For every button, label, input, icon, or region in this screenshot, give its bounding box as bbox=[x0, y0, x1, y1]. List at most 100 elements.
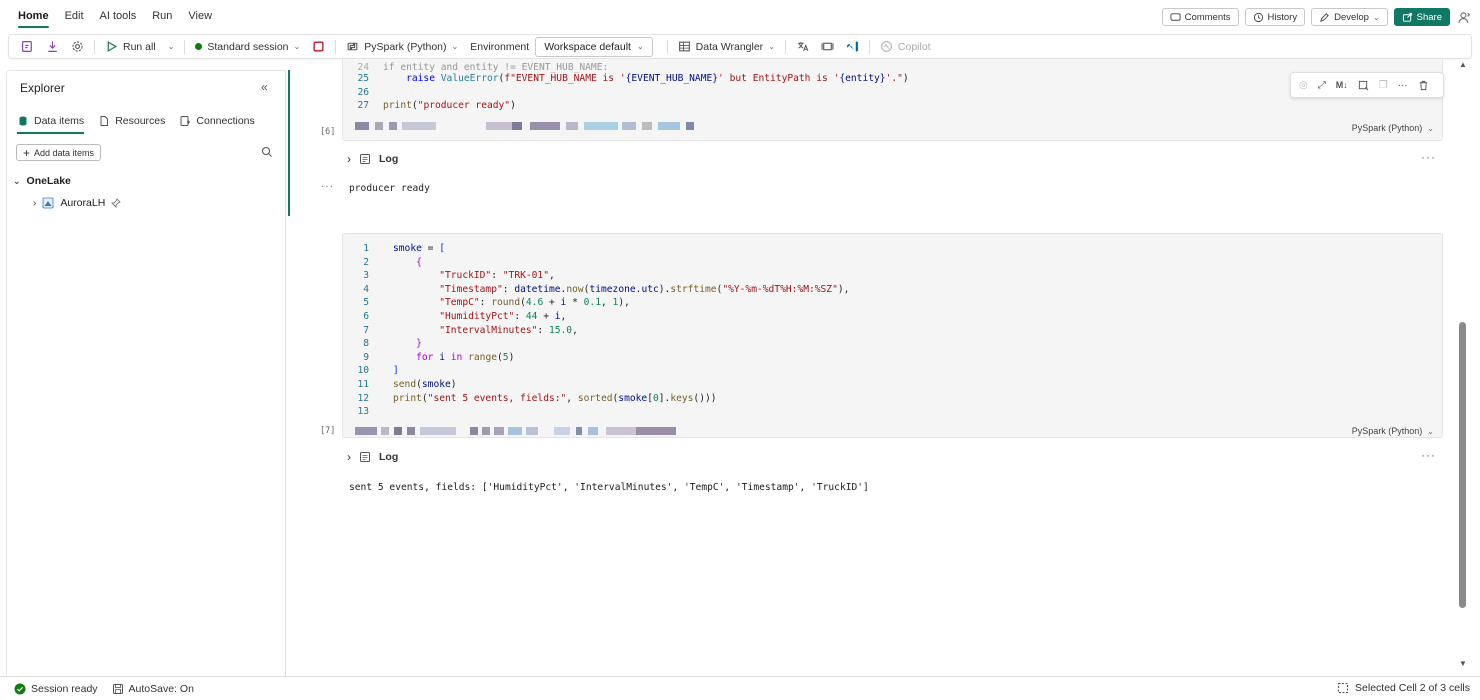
tab-resources[interactable]: Resources bbox=[98, 111, 165, 131]
notebook-app: Home Edit AI tools Run View Comments His… bbox=[0, 0, 1480, 700]
menu-tab-run[interactable]: Run bbox=[144, 0, 180, 32]
code-token: {EVENT_HUB_NAME} bbox=[625, 73, 719, 84]
code-cell-1[interactable]: 24 if entity and entity != EVENT_HUB_NAM… bbox=[342, 60, 1443, 141]
language-dropdown[interactable]: PySpark (Python) ⌄ bbox=[340, 35, 464, 58]
scroll-up-icon[interactable]: ▲ bbox=[1459, 60, 1467, 69]
log-icon bbox=[360, 154, 370, 164]
vertical-scrollbar[interactable]: ▲ ▼ bbox=[1457, 60, 1469, 676]
run-all-button[interactable]: Run all bbox=[99, 35, 162, 58]
copilot-button[interactable]: Copilot bbox=[874, 35, 937, 58]
cell-language-select[interactable]: PySpark (Python) ⌄ bbox=[1352, 123, 1434, 133]
toolbar-divider bbox=[666, 39, 668, 54]
tab-data-items[interactable]: Data items bbox=[17, 111, 85, 134]
code-token: range bbox=[468, 351, 498, 363]
autosave-status[interactable]: AutoSave: On bbox=[112, 683, 194, 695]
share-button[interactable]: Share bbox=[1393, 8, 1450, 26]
code-token: '." bbox=[885, 73, 903, 84]
code-token: "TRK-01" bbox=[502, 270, 549, 282]
notebook-edit-icon bbox=[22, 41, 32, 52]
translate-button[interactable] bbox=[790, 35, 815, 58]
gear-icon bbox=[72, 41, 83, 52]
chevron-right-icon: › bbox=[347, 450, 351, 464]
menu-tab-edit[interactable]: Edit bbox=[57, 0, 92, 32]
menu-tab-ai-tools[interactable]: AI tools bbox=[92, 0, 145, 32]
delete-icon[interactable] bbox=[1418, 80, 1429, 91]
output-more-icon[interactable]: ··· bbox=[1421, 150, 1436, 164]
menu-tab-home[interactable]: Home bbox=[10, 0, 57, 32]
develop-label: Develop bbox=[1334, 11, 1369, 23]
tree-item-lakehouse[interactable]: › AuroraLH bbox=[33, 197, 121, 209]
tab-data-items-label: Data items bbox=[34, 115, 85, 127]
code-token: "%Y-%m-%dT%H:%M:%SZ" bbox=[722, 283, 838, 295]
run-all-dropdown[interactable]: ⌄ bbox=[162, 35, 181, 58]
database-icon bbox=[19, 116, 27, 126]
chevron-right-icon: › bbox=[33, 197, 37, 209]
search-icon[interactable] bbox=[261, 146, 273, 161]
session-dropdown[interactable]: Standard session ⌄ bbox=[189, 35, 306, 58]
pencil-icon bbox=[1320, 12, 1329, 22]
person-icon[interactable] bbox=[1456, 9, 1472, 25]
log-toggle-1[interactable]: › Log bbox=[347, 152, 398, 166]
environment-select[interactable]: Workspace default ⌄ bbox=[535, 36, 653, 57]
add-data-items-button[interactable]: + Add data items bbox=[16, 144, 102, 161]
scrollbar-thumb[interactable] bbox=[1459, 322, 1466, 608]
notes-button[interactable] bbox=[15, 35, 40, 58]
chevron-down-icon: ⌄ bbox=[768, 42, 775, 51]
share-icon bbox=[1402, 12, 1412, 22]
tree-item-onelake[interactable]: ⌄ OneLake bbox=[13, 175, 71, 187]
code-token: i bbox=[560, 297, 567, 309]
line-number: 7 bbox=[363, 324, 369, 336]
line-number: 8 bbox=[363, 338, 369, 350]
scroll-down-icon[interactable]: ▼ bbox=[1459, 659, 1467, 668]
code-line-7: "IntervalMinutes": 15.0, bbox=[439, 324, 578, 336]
copilot-label: Copilot bbox=[897, 40, 931, 53]
ribbon-toolbar: Run all ⌄ Standard session ⌄ PySpark (Py… bbox=[8, 34, 1472, 59]
focus-mode-button[interactable] bbox=[815, 35, 840, 58]
tab-connections[interactable]: Connections bbox=[179, 111, 255, 131]
collapse-panel-icon[interactable]: « bbox=[261, 80, 268, 94]
chevron-down-icon: ⌄ bbox=[1427, 123, 1434, 133]
expand-icon[interactable]: ⤢ bbox=[1318, 80, 1326, 91]
document-icon bbox=[100, 116, 109, 126]
code-token: "IntervalMinutes" bbox=[439, 324, 538, 336]
log-label: Log bbox=[379, 451, 399, 463]
comment-cell-icon[interactable] bbox=[1358, 80, 1369, 91]
tree-item-lakehouse-label: AuroraLH bbox=[60, 197, 106, 209]
line-number: 11 bbox=[357, 379, 369, 390]
status-bar: Session ready AutoSave: On Selected Cell… bbox=[0, 676, 1480, 700]
download-button[interactable] bbox=[40, 35, 65, 58]
output-collapse-icon[interactable]: ··· bbox=[321, 181, 334, 192]
settings-button[interactable] bbox=[65, 35, 90, 58]
output-more-icon[interactable]: ··· bbox=[1421, 448, 1436, 462]
data-wrangler-dropdown[interactable]: Data Wrangler ⌄ bbox=[672, 35, 781, 58]
table-icon bbox=[678, 41, 690, 52]
stop-session-button[interactable] bbox=[306, 35, 331, 58]
menu-tab-view[interactable]: View bbox=[180, 0, 220, 32]
copy-icon[interactable]: ❐ bbox=[1379, 80, 1388, 91]
code-token: round bbox=[491, 297, 521, 309]
code-token: "HumidityPct" bbox=[439, 311, 515, 322]
more-options-icon[interactable]: ··· bbox=[1398, 80, 1408, 91]
ai-suggest-icon[interactable]: ◎ bbox=[1299, 80, 1308, 91]
markdown-toggle-icon[interactable]: M↓ bbox=[1336, 80, 1348, 90]
history-label: History bbox=[1267, 11, 1298, 23]
code-line-27: print("producer ready") bbox=[383, 100, 516, 112]
chevron-down-icon: ⌄ bbox=[1427, 426, 1434, 436]
code-line-9: for i in range(5) bbox=[416, 351, 515, 363]
pin-icon[interactable] bbox=[111, 198, 121, 208]
comments-button[interactable]: Comments bbox=[1161, 8, 1239, 26]
code-token: strftime bbox=[670, 283, 717, 295]
vscode-button[interactable] bbox=[840, 35, 865, 58]
history-button[interactable]: History bbox=[1244, 8, 1306, 26]
develop-button[interactable]: Develop ⌄ bbox=[1311, 8, 1388, 26]
menu-bar: Home Edit AI tools Run View Comments His… bbox=[0, 0, 1480, 32]
lakehouse-icon bbox=[42, 197, 54, 209]
code-token: smoke bbox=[393, 243, 422, 254]
code-cell-2[interactable]: 1 2 3 4 5 6 7 8 9 10 11 12 13 smoke = [ … bbox=[342, 233, 1443, 438]
cell-language-select[interactable]: PySpark (Python) ⌄ bbox=[1352, 426, 1434, 436]
code-token: timezone bbox=[589, 283, 636, 295]
log-toggle-2[interactable]: › Log bbox=[347, 450, 398, 464]
session-status[interactable]: Session ready bbox=[14, 683, 98, 695]
log-icon bbox=[360, 452, 370, 462]
chevron-down-icon: ⌄ bbox=[451, 42, 459, 51]
